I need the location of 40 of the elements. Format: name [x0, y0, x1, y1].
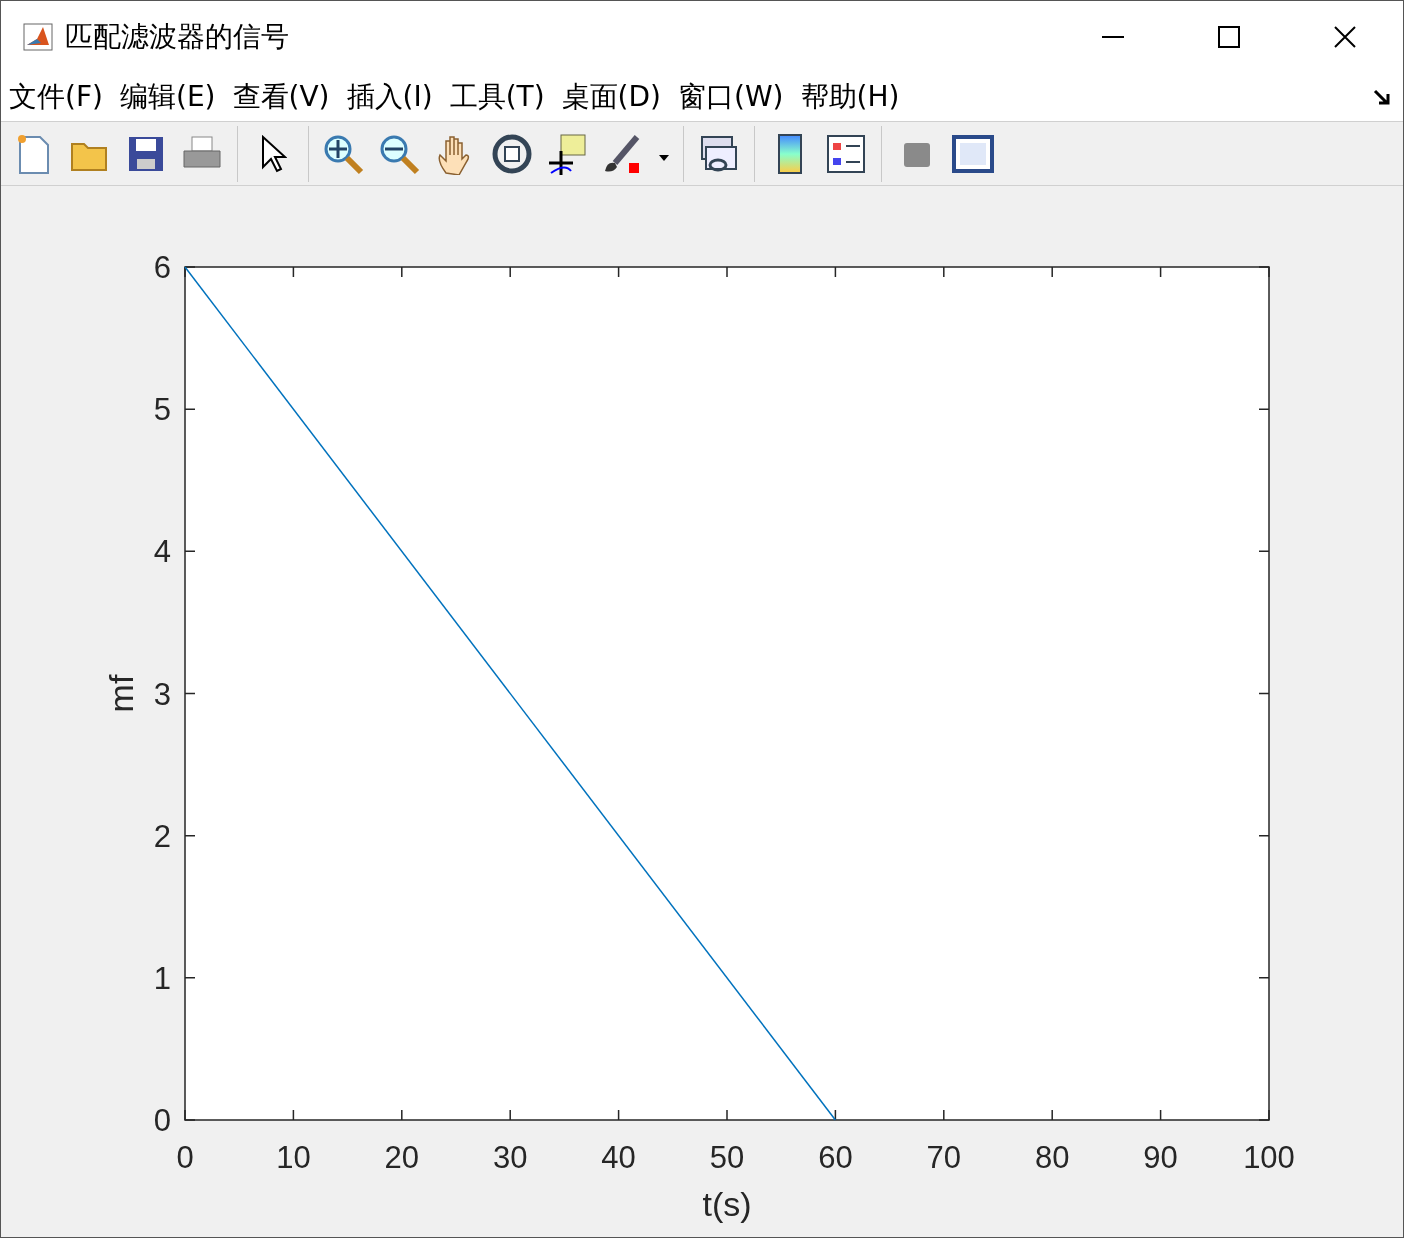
menu-item[interactable]: 插入(I) — [346, 78, 433, 116]
y-tick-label: 4 — [153, 534, 171, 570]
menu-item[interactable]: 桌面(D) — [561, 78, 661, 116]
dock-arrow-icon — [1373, 89, 1393, 107]
pointer-icon — [259, 134, 287, 173]
data-cursor-icon — [547, 132, 589, 175]
y-tick-label: 3 — [153, 676, 171, 712]
maximize-icon — [1218, 26, 1240, 48]
x-tick-label: 80 — [1034, 1140, 1070, 1175]
menu-item[interactable]: 窗口(W) — [678, 78, 784, 116]
y-axis-label: mf — [102, 674, 140, 713]
x-tick-label: 40 — [601, 1140, 636, 1175]
x-tick-label: 50 — [709, 1140, 745, 1175]
x-tick-label: 60 — [818, 1140, 853, 1175]
y-tick-label: 2 — [153, 818, 171, 854]
menu-item[interactable]: 工具(T) — [449, 78, 545, 116]
y-tick-label: 1 — [153, 960, 171, 996]
window-frame-icon — [952, 134, 994, 173]
x-tick-label: 0 — [176, 1140, 194, 1175]
colorbar-icon — [775, 132, 805, 175]
x-tick-label: 70 — [926, 1140, 962, 1175]
legend-icon — [826, 133, 866, 174]
app-logo-icon — [23, 23, 53, 51]
y-tick-label: 5 — [153, 392, 171, 428]
y-tick-label: 6 — [153, 250, 171, 285]
minimize-icon — [1102, 36, 1124, 38]
x-tick-label: 100 — [1243, 1140, 1295, 1175]
x-tick-label: 30 — [492, 1140, 528, 1175]
menu-item[interactable]: 编辑(E) — [119, 78, 216, 116]
y-tick-label: 0 — [153, 1103, 171, 1138]
close-icon — [1334, 26, 1356, 48]
rotate-icon — [491, 132, 533, 175]
x-tick-label: 20 — [384, 1140, 420, 1175]
menu-item[interactable]: 帮助(H) — [800, 78, 900, 116]
menu-item[interactable]: 查看(V) — [232, 78, 330, 116]
window-title: 匹配滤波器的信号 — [65, 19, 290, 55]
menu-item[interactable]: 文件(F) — [9, 78, 103, 116]
x-tick-label: 90 — [1143, 1140, 1178, 1175]
x-tick-label: 10 — [276, 1140, 311, 1175]
x-axis-label: t(s) — [702, 1185, 752, 1223]
